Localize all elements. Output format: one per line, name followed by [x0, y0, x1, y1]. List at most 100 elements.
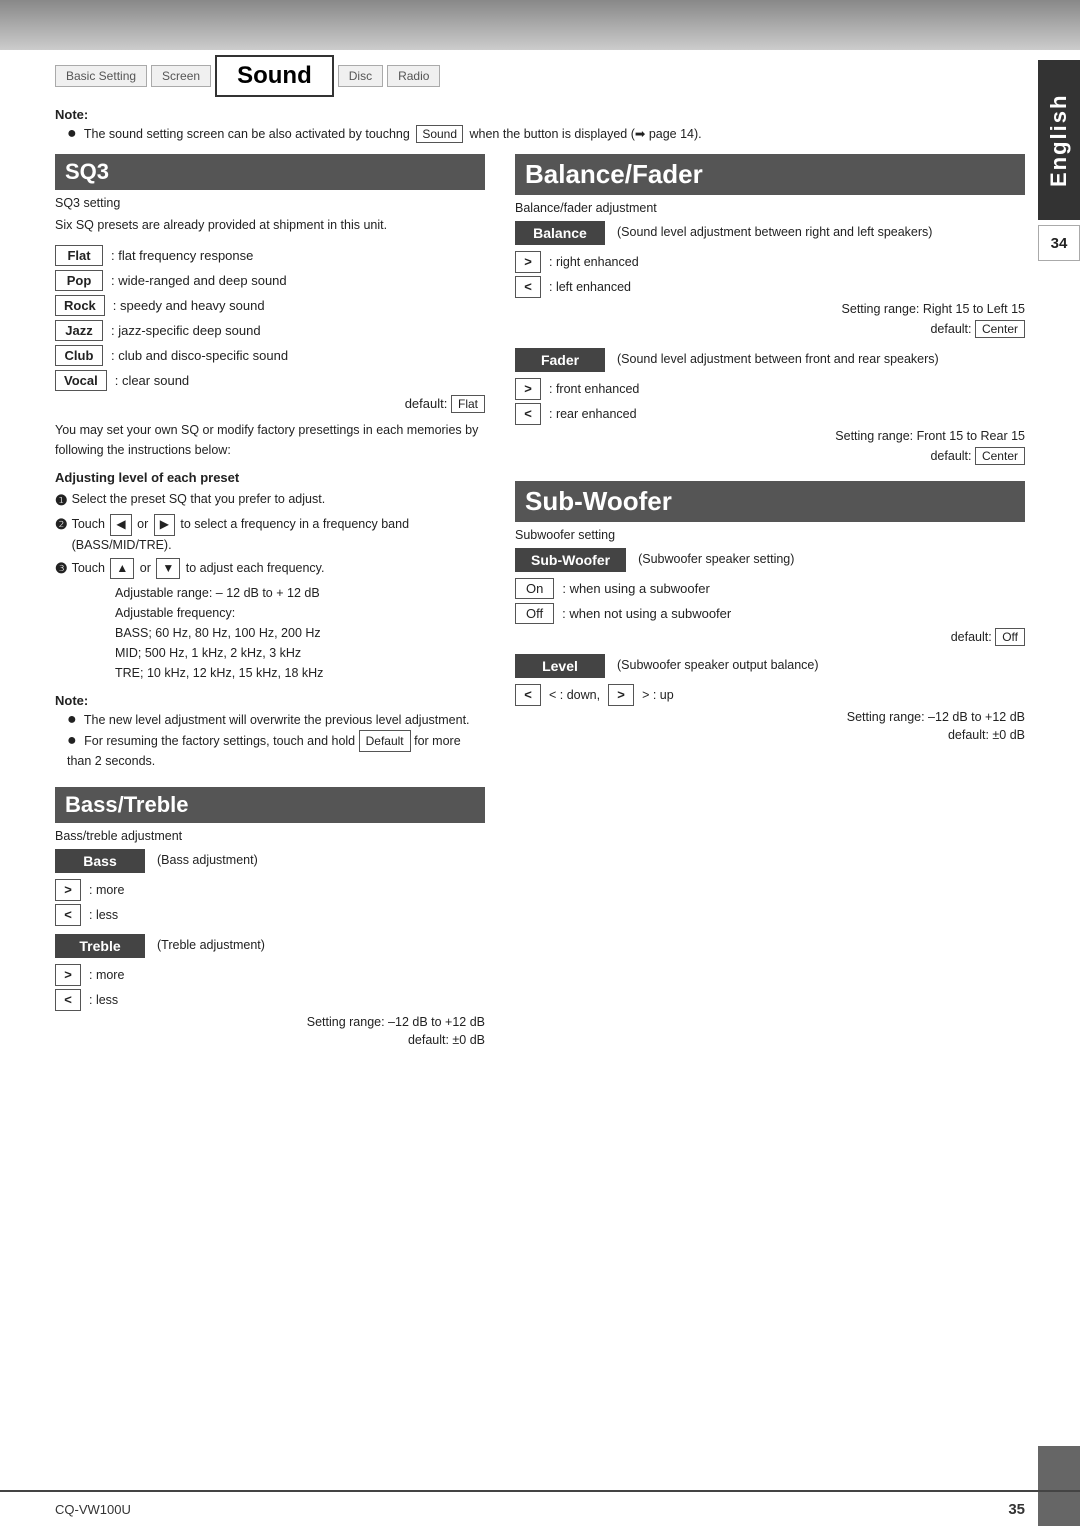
sq3-body2: You may set your own SQ or modify factor…: [55, 421, 485, 460]
sub-woofer-desc: (Subwoofer speaker setting): [638, 550, 794, 569]
fader-default-badge: Center: [975, 447, 1025, 465]
fader-rear-btn[interactable]: <: [515, 403, 541, 425]
balance-fader-subtitle: Balance/fader adjustment: [515, 201, 1025, 215]
balance-right-btn[interactable]: >: [515, 251, 541, 273]
note-top-title: Note:: [55, 107, 1025, 122]
fader-button[interactable]: Fader: [515, 348, 605, 372]
tab-radio[interactable]: Radio: [387, 65, 440, 87]
range-line1: Adjustable range: – 12 dB to + 12 dB: [115, 583, 485, 603]
sq3-note-text1: The new level adjustment will overwrite …: [84, 713, 470, 727]
treble-button-row: Treble (Treble adjustment): [55, 934, 485, 958]
sub-woofer-button[interactable]: Sub-Woofer: [515, 548, 626, 572]
balance-button[interactable]: Balance: [515, 221, 605, 245]
sub-default-value: Off: [995, 628, 1025, 646]
preset-vocal-desc: : clear sound: [115, 373, 189, 388]
bullet-icon: ●: [67, 125, 77, 142]
step-3-num: ❸: [55, 558, 68, 578]
preset-jazz: Jazz : jazz-specific deep sound: [55, 320, 485, 341]
balance-left-btn[interactable]: <: [515, 276, 541, 298]
fader-front-btn[interactable]: >: [515, 378, 541, 400]
treble-less-row: < : less: [55, 989, 485, 1011]
note-top: Note: ● The sound setting screen can be …: [55, 107, 1025, 144]
sq3-body1: Six SQ presets are already provided at s…: [55, 216, 485, 235]
left-column: SQ3 SQ3 setting Six SQ presets are alrea…: [55, 154, 485, 1051]
level-button[interactable]: Level: [515, 654, 605, 678]
note-top-text1: The sound setting screen can be also act…: [84, 127, 410, 141]
balance-fader-header: Balance/Fader: [515, 154, 1025, 195]
preset-flat-btn[interactable]: Flat: [55, 245, 103, 266]
treble-button[interactable]: Treble: [55, 934, 145, 958]
note-top-sound-btn: Sound: [416, 125, 463, 143]
bullet-icon2: ●: [67, 711, 77, 728]
fader-front-label: : front enhanced: [549, 382, 639, 396]
sub-woofer-button-row: Sub-Woofer (Subwoofer speaker setting): [515, 548, 1025, 572]
bass-more-btn[interactable]: >: [55, 879, 81, 901]
balance-left-row: < : left enhanced: [515, 276, 1025, 298]
step-3: ❸ Touch ▲ or ▼ to adjust each frequency.: [55, 558, 485, 579]
sq3-default-value: Flat: [451, 395, 485, 413]
sq3-note-title: Note:: [55, 693, 485, 708]
preset-jazz-btn[interactable]: Jazz: [55, 320, 103, 341]
sub-default-line: default: Off: [515, 628, 1025, 646]
balance-default-badge: Center: [975, 320, 1025, 338]
bass-button[interactable]: Bass: [55, 849, 145, 873]
step-2-num: ❷: [55, 514, 68, 534]
preset-vocal-btn[interactable]: Vocal: [55, 370, 107, 391]
fader-rear-row: < : rear enhanced: [515, 403, 1025, 425]
level-default: default: ±0 dB: [515, 728, 1025, 742]
steps-list: ❶ Select the preset SQ that you prefer t…: [55, 490, 485, 579]
left-arrow-icon: ◀: [110, 514, 131, 535]
sub-off-btn[interactable]: Off: [515, 603, 554, 624]
preset-pop-desc: : wide-ranged and deep sound: [111, 273, 287, 288]
range-line5: TRE; 10 kHz, 12 kHz, 15 kHz, 18 kHz: [115, 663, 485, 683]
range-line2: Adjustable frequency:: [115, 603, 485, 623]
bass-button-row: Bass (Bass adjustment): [55, 849, 485, 873]
level-down-btn[interactable]: <: [515, 684, 541, 706]
balance-default: default: Center: [515, 320, 1025, 338]
tab-disc[interactable]: Disc: [338, 65, 383, 87]
default-hold-btn: Default: [359, 730, 411, 752]
treble-more-btn[interactable]: >: [55, 964, 81, 986]
bass-less-row: < : less: [55, 904, 485, 926]
sub-on-btn[interactable]: On: [515, 578, 554, 599]
bass-less-btn[interactable]: <: [55, 904, 81, 926]
preset-club: Club : club and disco-specific sound: [55, 345, 485, 366]
english-label: English: [1038, 60, 1080, 220]
level-up-btn[interactable]: >: [608, 684, 634, 706]
two-column-layout: SQ3 SQ3 setting Six SQ presets are alrea…: [55, 154, 1025, 1051]
balance-left-label: : left enhanced: [549, 280, 631, 294]
tab-sound[interactable]: Sound: [215, 55, 334, 97]
balance-right-label: : right enhanced: [549, 255, 639, 269]
step-2-text: Touch ◀ or ▶ to select a frequency in a …: [72, 514, 485, 554]
step-1-num: ❶: [55, 490, 68, 510]
fader-default: default: Center: [515, 447, 1025, 465]
sub-woofer-header: Sub-Woofer: [515, 481, 1025, 522]
tab-basic-setting[interactable]: Basic Setting: [55, 65, 147, 87]
preset-club-desc: : club and disco-specific sound: [111, 348, 288, 363]
up-arrow-icon: ▲: [110, 558, 134, 579]
range-line3: BASS; 60 Hz, 80 Hz, 100 Hz, 200 Hz: [115, 623, 485, 643]
preset-jazz-desc: : jazz-specific deep sound: [111, 323, 261, 338]
range-line4: MID; 500 Hz, 1 kHz, 2 kHz, 3 kHz: [115, 643, 485, 663]
step-2: ❷ Touch ◀ or ▶ to select a frequency in …: [55, 514, 485, 554]
top-decorative-bar: [0, 0, 1080, 50]
preset-pop-btn[interactable]: Pop: [55, 270, 103, 291]
fader-desc: (Sound level adjustment between front an…: [617, 350, 939, 369]
sq3-note-text2: For resuming the factory settings, touch…: [67, 734, 461, 768]
sub-woofer-section: Sub-Woofer Subwoofer setting Sub-Woofer …: [515, 481, 1025, 742]
bullet-icon3: ●: [67, 732, 77, 749]
down-arrow-icon: ▼: [156, 558, 180, 579]
bass-treble-header: Bass/Treble: [55, 787, 485, 823]
sub-off-desc: : when not using a subwoofer: [562, 606, 731, 621]
preset-flat-desc: : flat frequency response: [111, 248, 253, 263]
treble-less-btn[interactable]: <: [55, 989, 81, 1011]
preset-club-btn[interactable]: Club: [55, 345, 103, 366]
step-1: ❶ Select the preset SQ that you prefer t…: [55, 490, 485, 510]
footer-bar: CQ-VW100U 35: [0, 1490, 1080, 1526]
preset-rock-btn[interactable]: Rock: [55, 295, 105, 316]
tab-screen[interactable]: Screen: [151, 65, 211, 87]
balance-right-row: > : right enhanced: [515, 251, 1025, 273]
right-column: Balance/Fader Balance/fader adjustment B…: [515, 154, 1025, 1051]
bass-treble-default: default: ±0 dB: [55, 1033, 485, 1047]
treble-desc: (Treble adjustment): [157, 936, 265, 955]
